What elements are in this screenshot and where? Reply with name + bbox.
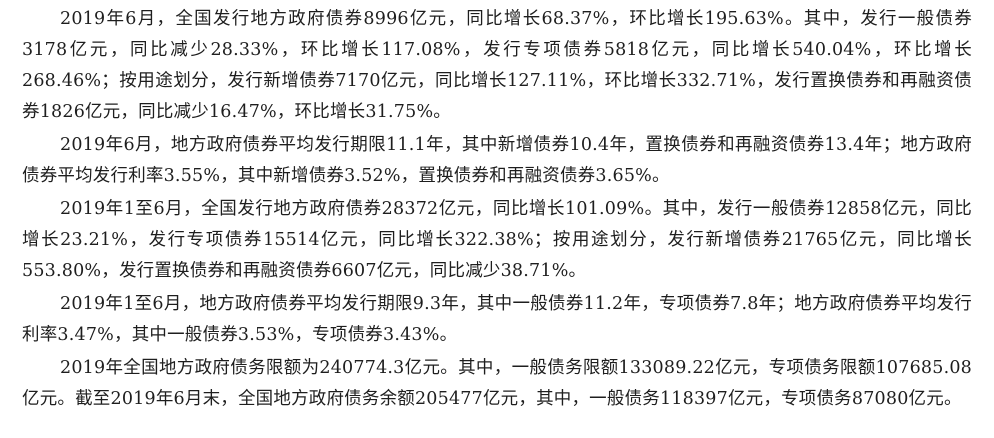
paragraph-debt-limit-balance: 2019年全国地方政府债务限额为240774.3亿元。其中，一般债务限额1330… [22, 358, 972, 409]
paragraph-june-term-rate: 2019年6月，地方政府债券平均发行期限11.1年，其中新增债券10.4年，置换… [22, 135, 972, 186]
paragraph-h1-issuance: 2019年1至6月，全国发行地方政府债券28372亿元，同比增长101.09%。… [22, 199, 972, 281]
paragraph-june-issuance: 2019年6月，全国发行地方政府债券8996亿元，同比增长68.37%，环比增长… [22, 9, 972, 122]
paragraph-h1-term-rate: 2019年1至6月，地方政府债券平均发行期限9.3年，其中一般债券11.2年，专… [22, 294, 972, 345]
document-body: 2019年6月，全国发行地方政府债券8996亿元，同比增长68.37%，环比增长… [0, 0, 994, 438]
